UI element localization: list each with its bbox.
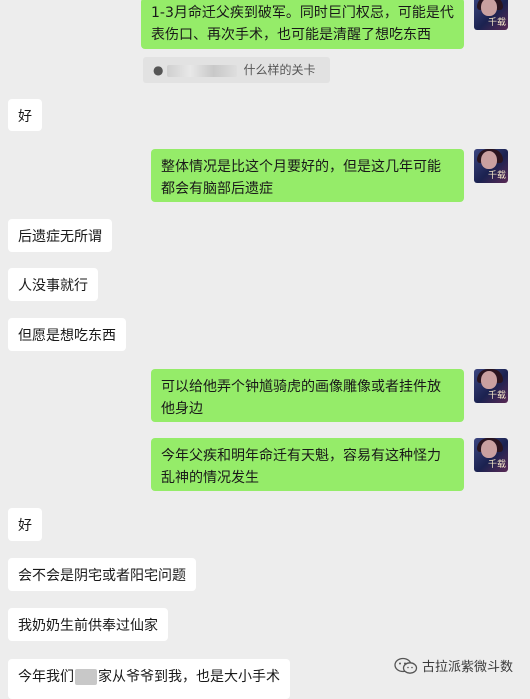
message-bubble-outgoing[interactable]: 今年父疾和明年命迁有天魁，容易有这种怪力乱神的情况发生 [151,438,464,491]
avatar-glyph: 千载 [487,171,506,181]
avatar-face [481,440,497,458]
quote-prefix-icon: ● [153,63,164,77]
message-text-part: 今年我们 [18,669,74,685]
avatar-face [481,151,497,169]
watermark: 古拉派紫微斗数 [394,656,513,675]
message-bubble-incoming[interactable]: 但愿是想吃东西 [8,318,126,351]
blurred-text [75,669,97,685]
message-bubble-incoming[interactable]: 好 [8,99,42,131]
message-text-part: 家从爷爷到我，也是大小手术 [98,669,280,685]
message-bubble-incoming[interactable]: 后遗症无所谓 [8,219,112,252]
avatar[interactable]: 千载 [474,149,508,183]
wechat-icon [394,657,418,674]
avatar-face [481,371,497,389]
watermark-text: 古拉派紫微斗数 [422,660,514,675]
avatar-glyph: 千载 [487,391,506,401]
message-bubble-incoming[interactable]: 人没事就行 [8,268,98,301]
message-bubble-incoming[interactable]: 我奶奶生前供奉过仙家 [8,608,168,641]
message-bubble-incoming[interactable]: 今年我们 家从爷爷到我，也是大小手术 [8,659,290,699]
avatar[interactable]: 千载 [474,369,508,403]
avatar-glyph: 千载 [487,18,506,28]
message-bubble-incoming[interactable]: 好 [8,508,42,541]
avatar-glyph: 千载 [487,460,506,470]
message-bubble-outgoing[interactable]: 1-3月命迁父疾到破军。同时巨门权忌，可能是代表伤口、再次手术，也可能是清醒了想… [141,0,464,49]
quoted-reply[interactable]: ● 什么样的关卡 [143,57,330,83]
quote-text: 什么样的关卡 [243,63,316,77]
avatar[interactable]: 千载 [474,0,508,30]
avatar[interactable]: 千载 [474,438,508,472]
message-bubble-incoming[interactable]: 会不会是阴宅或者阳宅问题 [8,558,196,591]
avatar-face [481,0,497,16]
message-bubble-outgoing[interactable]: 可以给他弄个钟馗骑虎的画像雕像或者挂件放他身边 [151,369,464,422]
message-bubble-outgoing[interactable]: 整体情况是比这个月要好的，但是这几年可能都会有脑部后遗症 [151,149,464,202]
blurred-name [167,64,238,77]
